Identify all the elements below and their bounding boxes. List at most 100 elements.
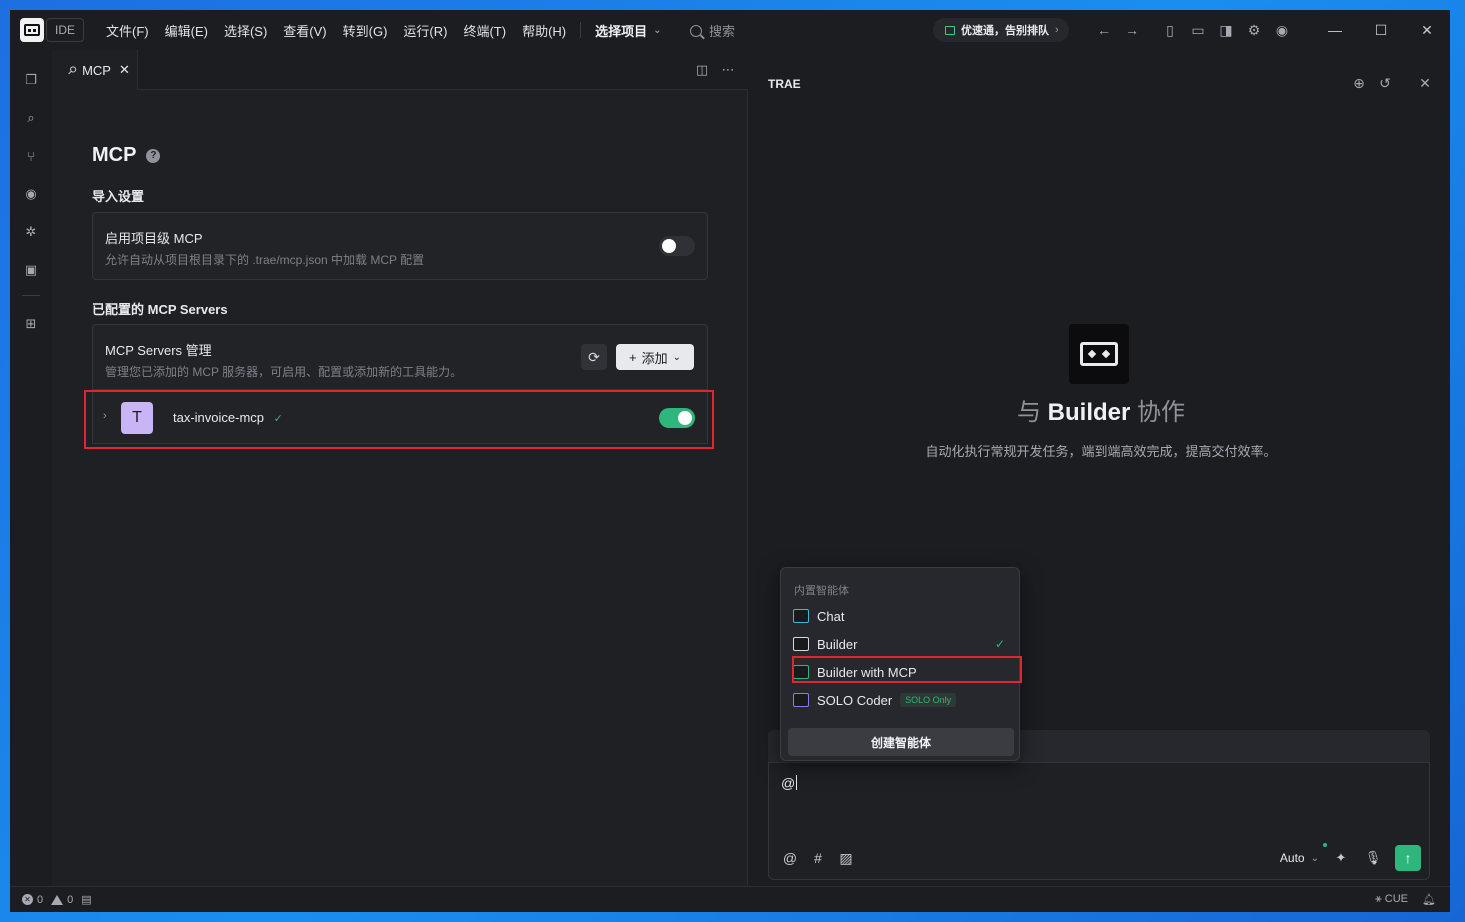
explorer-files-icon[interactable]: ❐ (21, 70, 41, 90)
builder-agent-icon (793, 637, 809, 651)
hashtag-icon[interactable]: # (809, 849, 827, 867)
collab-heading: 与 Builder 协作 (752, 392, 1450, 427)
chat-panel-title: TRAE (768, 77, 801, 91)
menu-goto[interactable]: 转到(G) (335, 10, 396, 50)
microphone-icon[interactable]: 🎙 (1363, 848, 1383, 868)
servers-manage-desc: 管理您已添加的 MCP 服务器，可启用、配置或添加新的工具能力。 (105, 365, 463, 379)
promo-text: 优速通，告别排队 (961, 25, 1049, 37)
close-panel-icon[interactable]: ✕ (1414, 72, 1436, 94)
status-bar: ✕ 0 0 ▤ ⚹ CUE 🔔︎ (10, 886, 1450, 912)
collab-agent: Builder (1047, 399, 1131, 426)
forward-arrow-icon[interactable]: → (1118, 16, 1146, 44)
create-agent-button[interactable]: 创建智能体 (788, 728, 1014, 756)
page-title-text: MCP (92, 144, 137, 166)
account-icon[interactable]: ◉ (1268, 16, 1296, 44)
refresh-button[interactable]: ⟳ (581, 344, 607, 370)
new-chat-icon[interactable]: ⊕ (1348, 72, 1370, 94)
search-list-icon[interactable]: ⌕ (21, 108, 41, 128)
model-selector[interactable]: Auto ⌄ (1280, 843, 1327, 865)
wrench-icon: ⚲ (64, 63, 79, 78)
settings-gear-icon[interactable]: ⚙ (1240, 16, 1268, 44)
status-right: ⚹ CUE 🔔︎ (1375, 893, 1436, 906)
problems-indicator[interactable]: ✕ 0 0 ▤ (22, 893, 92, 906)
minimize-icon[interactable]: — (1312, 10, 1358, 50)
send-button[interactable]: ↑ (1395, 845, 1421, 871)
chat-input-text: @ (781, 775, 796, 791)
promo-banner[interactable]: 优速通，告别排队 › (933, 18, 1069, 42)
menu-view[interactable]: 查看(V) (275, 10, 334, 50)
extensions-grid-icon[interactable]: ⊞ (21, 314, 41, 334)
agent-item-solo-coder[interactable]: SOLO Coder SOLO Only (793, 688, 1009, 712)
project-mcp-title: 启用项目级 MCP (105, 231, 203, 246)
chevron-down-icon: ⌄ (1310, 852, 1319, 864)
terminal-icon[interactable]: ▤ (81, 893, 91, 906)
builder-logo-icon (1069, 324, 1129, 384)
chat-agent-icon (793, 609, 809, 623)
project-selector[interactable]: 选择项目 ⌄ (587, 10, 665, 50)
preview-eye-icon[interactable]: ◉ (21, 184, 41, 204)
remote-display-icon[interactable]: ▣ (21, 260, 41, 280)
collab-suffix: 协作 (1137, 399, 1186, 426)
tab-mcp-label: MCP (82, 62, 111, 78)
agent-item-chat[interactable]: Chat (793, 604, 1009, 628)
command-search[interactable]: 搜索 (690, 21, 735, 40)
project-mcp-toggle[interactable] (659, 236, 695, 256)
back-arrow-icon[interactable]: ← (1090, 16, 1118, 44)
image-icon[interactable]: ▨ (837, 849, 855, 867)
tab-mcp[interactable]: ⚲ MCP ✕ (52, 50, 138, 90)
chevron-down-icon: ⌄ (653, 24, 662, 36)
menu-help[interactable]: 帮助(H) (514, 10, 574, 50)
cue-icon: ⚹ (1375, 893, 1382, 905)
menu-edit[interactable]: 编辑(E) (157, 10, 216, 50)
source-control-icon[interactable]: ⑂ (21, 146, 41, 166)
cue-indicator[interactable]: ⚹ CUE (1375, 893, 1408, 906)
menu-run[interactable]: 运行(R) (395, 10, 455, 50)
add-server-label: 添加 (641, 350, 668, 366)
toggle-panel-icon[interactable]: ▭ (1184, 16, 1212, 44)
toggle-sidebar-icon[interactable]: ▯ (1156, 16, 1184, 44)
sparkle-icon[interactable]: ✦ (1331, 848, 1351, 868)
search-icon (690, 24, 702, 37)
activity-bar: ❐ ⌕ ⑂ ◉ ✲ ▣ ⊞ (10, 50, 52, 886)
model-status-dot (1323, 843, 1327, 847)
menu-terminal[interactable]: 终端(T) (455, 10, 514, 50)
agent-item-label: Chat (817, 608, 845, 624)
collab-subtitle: 自动化执行常规开发任务，端到端高效完成，提高交付效率。 (925, 444, 1277, 459)
agent-item-builder[interactable]: Builder ✓ (793, 632, 1009, 656)
solo-only-badge: SOLO Only (900, 693, 957, 707)
history-icon[interactable]: ↺ (1374, 72, 1396, 94)
gift-icon (945, 25, 955, 35)
menu-divider (580, 22, 582, 38)
more-icon[interactable]: ⋯ (718, 60, 738, 80)
window-controls: — ☐ ✕ (1312, 10, 1450, 50)
trae-logo-icon[interactable] (20, 18, 44, 42)
close-icon[interactable]: ✕ (119, 62, 130, 78)
agent-item-label: Builder (817, 636, 858, 652)
search-placeholder: 搜索 (709, 24, 736, 39)
mention-at-icon[interactable]: @ (781, 849, 799, 867)
import-settings-heading: 导入设置 (92, 189, 145, 204)
help-icon[interactable]: ? (146, 148, 161, 163)
titlebar-actions: ← → ▯ ▭ ◨ ⚙ ◉ (1090, 10, 1296, 50)
chat-header-actions: ⊕ ↺ ✕ (1348, 72, 1436, 94)
add-server-button[interactable]: + 添加 ⌄ (616, 344, 694, 370)
chat-input-value[interactable]: @ (781, 775, 798, 791)
menu-file[interactable]: 文件(F) (98, 10, 157, 50)
editor-panel: ⚲ MCP ✕ ◫ ⋯ MCP ? 导入设置 启用项目级 MCP 允许自动从项目… (52, 50, 748, 886)
plus-icon: + (629, 349, 637, 365)
chat-input[interactable]: @ @ # ▨ Auto ⌄ ✦ 🎙 ↑ (768, 762, 1430, 880)
close-window-icon[interactable]: ✕ (1404, 10, 1450, 50)
input-tools: @ # ▨ (781, 849, 855, 867)
notifications-bell-icon[interactable]: 🔔︎ (1422, 893, 1436, 906)
ide-badge[interactable]: IDE (46, 18, 84, 42)
menu-select[interactable]: 选择(S) (216, 10, 275, 50)
tab-bar: ⚲ MCP ✕ ◫ ⋯ (52, 50, 748, 90)
toggle-right-panel-icon[interactable]: ◨ (1212, 16, 1240, 44)
maximize-icon[interactable]: ☐ (1358, 10, 1404, 50)
chevron-right-icon: › (1055, 24, 1059, 36)
agent-dropdown-header: 内置智能体 (794, 585, 849, 597)
debug-bug-icon[interactable]: ✲ (21, 222, 41, 242)
ide-window: IDE 文件(F) 编辑(E) 选择(S) 查看(V) 转到(G) 运行(R) … (10, 10, 1450, 912)
split-editor-icon[interactable]: ◫ (692, 60, 712, 80)
cue-label: CUE (1384, 893, 1409, 905)
